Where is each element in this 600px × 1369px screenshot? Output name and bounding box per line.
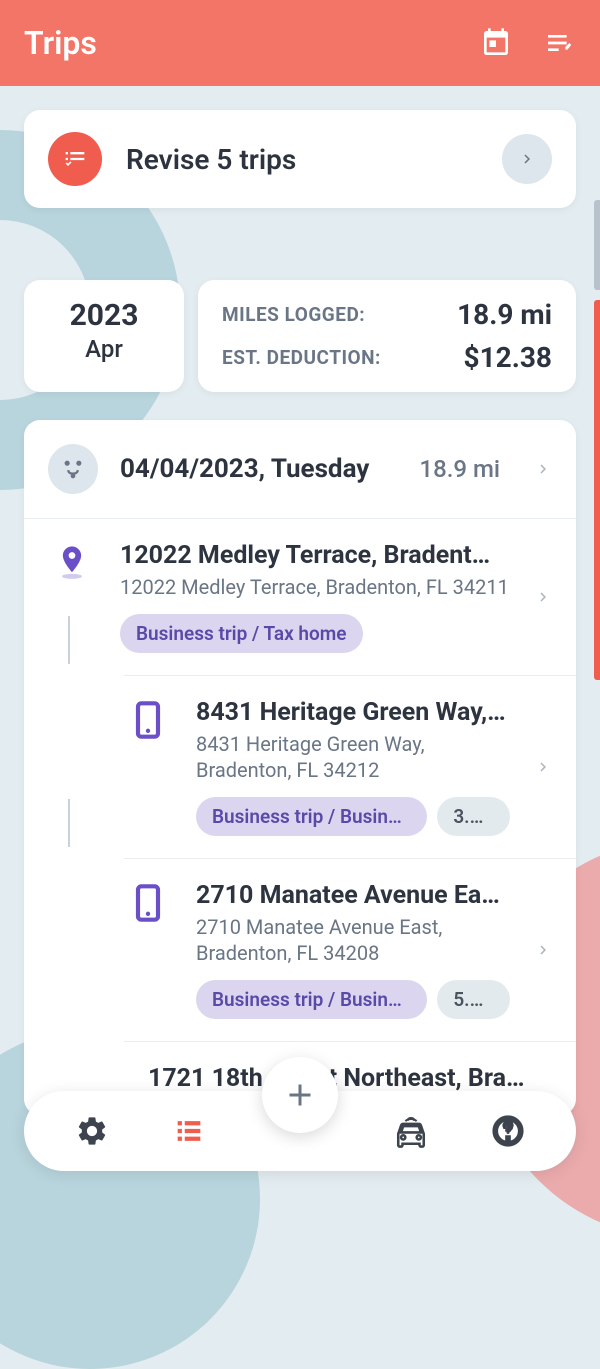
trip-miles-tag: 3.3 mi <box>437 797 510 836</box>
trip-title: 12022 Medley Terrace, Bradent… <box>120 541 510 570</box>
nav-settings[interactable] <box>70 1109 114 1153</box>
trip-address: 8431 Heritage Green Way, Bradenton, FL 3… <box>196 731 510 783</box>
edit-list-icon[interactable] <box>544 27 576 59</box>
scroll-indicator <box>594 300 600 680</box>
trip-title: 8431 Heritage Green Way, Brad… <box>196 698 510 727</box>
trips-list: 04/04/2023, Tuesday 18.9 mi 12022 Medley… <box>24 420 576 1115</box>
nav-vehicle[interactable] <box>389 1109 433 1153</box>
phone-icon <box>126 881 170 925</box>
scrollbar[interactable] <box>594 200 600 290</box>
help-icon <box>491 1114 525 1148</box>
deduction-label: EST. DEDUCTION: <box>222 346 381 369</box>
period-year: 2023 <box>52 298 156 333</box>
period-month: Apr <box>52 335 156 363</box>
list-icon <box>172 1114 206 1148</box>
trip-category-tag: Business trip / Tax home <box>120 614 363 653</box>
stats-card: MILES LOGGED: 18.9 mi EST. DEDUCTION: $1… <box>198 280 576 392</box>
period-selector[interactable]: 2023 Apr <box>24 280 184 392</box>
miles-logged-label: MILES LOGGED: <box>222 303 365 326</box>
miles-logged-value: 18.9 mi <box>457 298 552 331</box>
day-miles: 18.9 mi <box>419 455 500 483</box>
chevron-right-icon <box>534 460 552 478</box>
app-header: Trips <box>0 0 600 86</box>
chevron-right-icon <box>534 588 552 606</box>
revise-icon <box>48 132 102 186</box>
add-button[interactable] <box>262 1057 338 1133</box>
trip-item[interactable]: 12022 Medley Terrace, Bradent… 12022 Med… <box>24 519 576 675</box>
route-icon <box>48 444 98 494</box>
chevron-right-icon <box>534 758 552 776</box>
chevron-right-icon <box>534 941 552 959</box>
phone-icon <box>126 698 170 742</box>
trip-category-tag: Business trip / Business mee… <box>196 980 427 1019</box>
nav-trips[interactable] <box>167 1109 211 1153</box>
trip-address: 2710 Manatee Avenue East, Bradenton, FL … <box>196 914 510 966</box>
taxi-icon <box>394 1114 428 1148</box>
chevron-right-icon <box>502 134 552 184</box>
day-date: 04/04/2023, Tuesday <box>120 454 397 484</box>
trip-miles-tag: 5.2 mi <box>437 980 510 1019</box>
gear-icon <box>75 1114 109 1148</box>
deduction-value: $12.38 <box>464 341 552 374</box>
plus-icon <box>282 1077 318 1113</box>
trip-address: 12022 Medley Terrace, Bradenton, FL 3421… <box>120 574 510 600</box>
calendar-icon[interactable] <box>480 27 512 59</box>
day-header[interactable]: 04/04/2023, Tuesday 18.9 mi <box>24 420 576 519</box>
trip-item[interactable]: 2710 Manatee Avenue East, Bra… 2710 Mana… <box>124 858 576 1041</box>
trip-category-tag: Business trip / Business mee… <box>196 797 427 836</box>
revise-trips-card[interactable]: Revise 5 trips <box>24 110 576 208</box>
trip-item[interactable]: 8431 Heritage Green Way, Brad… 8431 Heri… <box>124 675 576 858</box>
revise-label: Revise 5 trips <box>126 143 478 176</box>
page-title: Trips <box>24 24 97 62</box>
trip-title: 2710 Manatee Avenue East, Bra… <box>196 881 510 910</box>
nav-help[interactable] <box>486 1109 530 1153</box>
location-pin-icon <box>50 541 94 585</box>
